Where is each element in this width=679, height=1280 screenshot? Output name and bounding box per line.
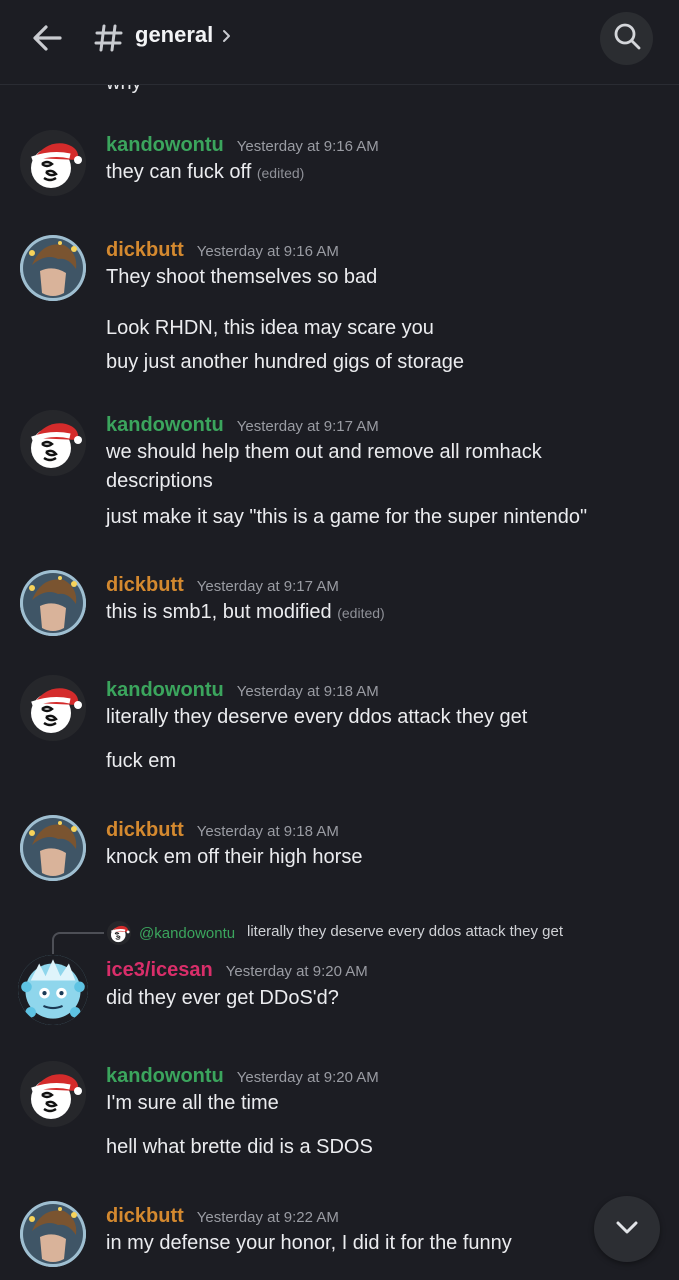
edited-label: (edited)	[337, 605, 385, 621]
timestamp: Yesterday at 9:16 AM	[196, 243, 339, 260]
message-text: buy just another hundred gigs of storage	[106, 351, 465, 373]
timestamp: Yesterday at 9:16 AM	[236, 138, 379, 155]
avatar[interactable]	[20, 815, 86, 881]
avatar[interactable]	[20, 675, 86, 741]
timestamp: Yesterday at 9:20 AM	[225, 963, 368, 980]
edited-label: (edited)	[256, 165, 305, 181]
message-text: They shoot themselves so bad	[106, 266, 378, 288]
message-text: this is smb1, but modified (edited)	[106, 601, 385, 623]
arrow-left-icon[interactable]	[28, 18, 68, 58]
author-name[interactable]: dickbutt	[106, 1205, 184, 1228]
avatar[interactable]	[20, 1061, 86, 1127]
timestamp: Yesterday at 9:22 AM	[196, 1209, 339, 1226]
message-text: Look RHDN, this idea may scare you	[106, 317, 434, 339]
message-text: fuck em	[106, 750, 177, 772]
timestamp: Yesterday at 9:20 AM	[236, 1069, 379, 1086]
author-name[interactable]: kandowontu	[106, 414, 224, 437]
message-text: knock em off their high horse	[106, 846, 363, 868]
message-text: literally they deserve every ddos attack…	[106, 706, 528, 728]
search-icon	[612, 21, 642, 56]
hash-icon	[92, 18, 126, 58]
reply-avatar[interactable]	[107, 921, 131, 945]
message-text: I'm sure all the time	[106, 1092, 279, 1114]
timestamp: Yesterday at 9:18 AM	[236, 683, 379, 700]
message-text: they can fuck off (edited)	[106, 161, 305, 183]
timestamp: Yesterday at 9:17 AM	[196, 578, 339, 595]
search-button[interactable]	[600, 12, 653, 65]
chevron-right-icon	[219, 28, 235, 44]
author-name[interactable]: kandowontu	[106, 134, 224, 157]
message-text: just make it say "this is a game for the…	[106, 506, 588, 528]
author-name[interactable]: dickbutt	[106, 574, 184, 597]
message-text: we should help them out and remove all r…	[106, 441, 542, 492]
author-name[interactable]: dickbutt	[106, 819, 184, 842]
message-text: hell what brette did is a SDOS	[106, 1136, 373, 1158]
reply-connector	[52, 932, 104, 954]
channel-header: general	[0, 0, 679, 85]
message-text: in my defense your honor, I did it for t…	[106, 1232, 512, 1254]
avatar[interactable]	[18, 955, 88, 1025]
author-name[interactable]: kandowontu	[106, 679, 224, 702]
avatar[interactable]	[20, 130, 86, 196]
avatar[interactable]	[20, 570, 86, 636]
reply-mention[interactable]: @kandowontu	[139, 925, 235, 942]
author-name[interactable]: ice3/icesan	[106, 959, 213, 982]
avatar[interactable]	[20, 410, 86, 476]
scroll-to-bottom-button[interactable]	[594, 1196, 660, 1262]
timestamp: Yesterday at 9:18 AM	[196, 823, 339, 840]
chevron-down-icon	[612, 1212, 642, 1247]
message-text: did they ever get DDoS'd?	[106, 987, 339, 1009]
channel-name: general	[135, 22, 214, 47]
author-name[interactable]: dickbutt	[106, 239, 184, 262]
author-name[interactable]: kandowontu	[106, 1065, 224, 1088]
timestamp: Yesterday at 9:17 AM	[236, 418, 379, 435]
avatar[interactable]	[20, 1201, 86, 1267]
channel-title-button[interactable]: general	[135, 22, 235, 48]
reply-preview-text[interactable]: literally they deserve every ddos attack…	[247, 923, 563, 940]
avatar[interactable]	[20, 235, 86, 301]
